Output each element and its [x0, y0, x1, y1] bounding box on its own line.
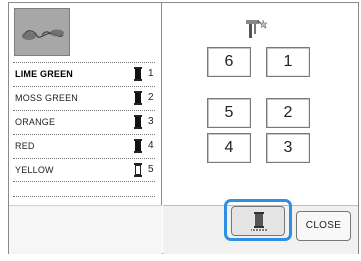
thread-number: 1 [148, 68, 154, 79]
needle-position-5-button[interactable]: 5 [207, 98, 251, 128]
needle-position-4-button[interactable]: 4 [207, 133, 251, 163]
thread-number: 5 [148, 164, 154, 175]
thread-spool-icon [251, 212, 267, 231]
pattern-preview [14, 8, 70, 56]
left-bottom-bar [9, 205, 162, 254]
thread-row-3[interactable]: ORANGE 3 [13, 110, 155, 134]
needle-position-3-button[interactable]: 3 [266, 133, 310, 163]
thread-spool-icon [134, 139, 142, 153]
thread-number: 4 [148, 140, 154, 151]
needle-position-2-button[interactable]: 2 [266, 98, 310, 128]
thread-name: ORANGE [15, 117, 56, 127]
thread-spool-icon [134, 91, 142, 105]
thread-row-1[interactable]: LIME GREEN 1 [13, 62, 155, 86]
needle-position-1-button[interactable]: 1 [266, 47, 310, 77]
thread-spool-empty-icon [134, 163, 142, 177]
thread-name: RED [15, 141, 35, 151]
thread-spool-icon [134, 67, 142, 81]
thread-row-4[interactable]: RED 4 [13, 134, 155, 158]
needle-position-6-button[interactable]: 6 [207, 47, 251, 77]
embroidery-pattern-icon [22, 29, 64, 40]
close-button[interactable]: CLOSE [296, 211, 351, 241]
thread-list: LIME GREEN 1 MOSS GREEN 2 ORANGE 3 RED 4… [13, 62, 155, 182]
thread-row-2[interactable]: MOSS GREEN 2 [13, 86, 155, 110]
thread-row-5[interactable]: YELLOW 5 [13, 158, 155, 182]
thread-name: MOSS GREEN [15, 93, 79, 103]
thread-number: 3 [148, 116, 154, 127]
thread-name: YELLOW [15, 165, 54, 175]
thread-name: LIME GREEN [15, 69, 74, 79]
thread-number: 2 [148, 92, 154, 103]
needle-threader-icon [246, 19, 268, 38]
list-divider [13, 196, 155, 197]
thread-spool-icon [134, 115, 142, 129]
spool-stand-button[interactable] [231, 206, 285, 236]
